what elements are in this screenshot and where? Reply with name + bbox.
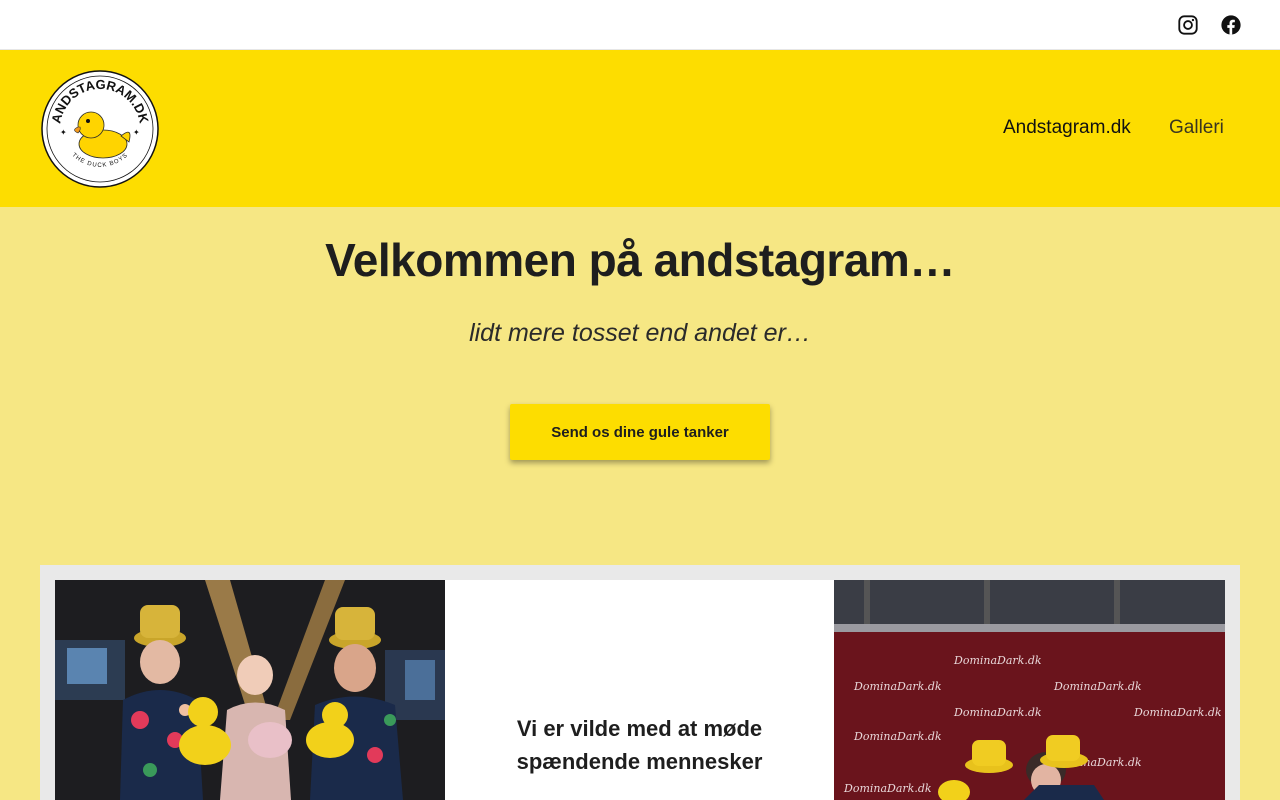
banner-text-2: DominaDark.dk [853, 680, 942, 693]
banner-text-3: DominaDark.dk [1053, 680, 1142, 693]
send-thoughts-button[interactable]: Send os dine gule tanker [510, 404, 770, 460]
hero-subtitle: lidt mere tosset end andet er… [469, 319, 811, 347]
facebook-icon[interactable] [1220, 14, 1242, 36]
site-logo[interactable]: ANDSTAGRAM.DK THE DUCK BOYS ✦ ✦ [41, 70, 159, 188]
gallery-photo-left [55, 580, 445, 800]
gallery-card-text-line1: Vi er vilde med at møde [516, 716, 763, 741]
gallery-photo-right: DominaDark.dk DominaDark.dk DominaDark.d… [834, 580, 1225, 800]
svg-text:✦: ✦ [133, 128, 140, 137]
nav-link-gallery[interactable]: Galleri [1169, 116, 1224, 140]
site-header: ANDSTAGRAM.DK THE DUCK BOYS ✦ ✦ Andstagr… [0, 50, 1280, 207]
banner-text-4: DominaDark.dk [953, 706, 1042, 719]
top-bar [0, 0, 1280, 50]
gallery-text-card: Vi er vilde med at møde spændende mennes… [445, 580, 834, 800]
gallery-card-text: Vi er vilde med at møde spændende mennes… [445, 712, 834, 778]
instagram-icon[interactable] [1177, 14, 1199, 36]
nav-link-home[interactable]: Andstagram.dk [1003, 116, 1131, 140]
banner-text-1: DominaDark.dk [953, 654, 1042, 667]
banner-text-6: DominaDark.dk [853, 730, 942, 743]
page-title: Velkommen på andstagram… [325, 234, 955, 286]
gallery-card-text-line2: spændende mennesker [516, 749, 763, 774]
svg-text:✦: ✦ [60, 128, 67, 137]
banner-text-8: DominaDark.dk [843, 782, 932, 795]
banner-text-5: DominaDark.dk [1133, 706, 1222, 719]
